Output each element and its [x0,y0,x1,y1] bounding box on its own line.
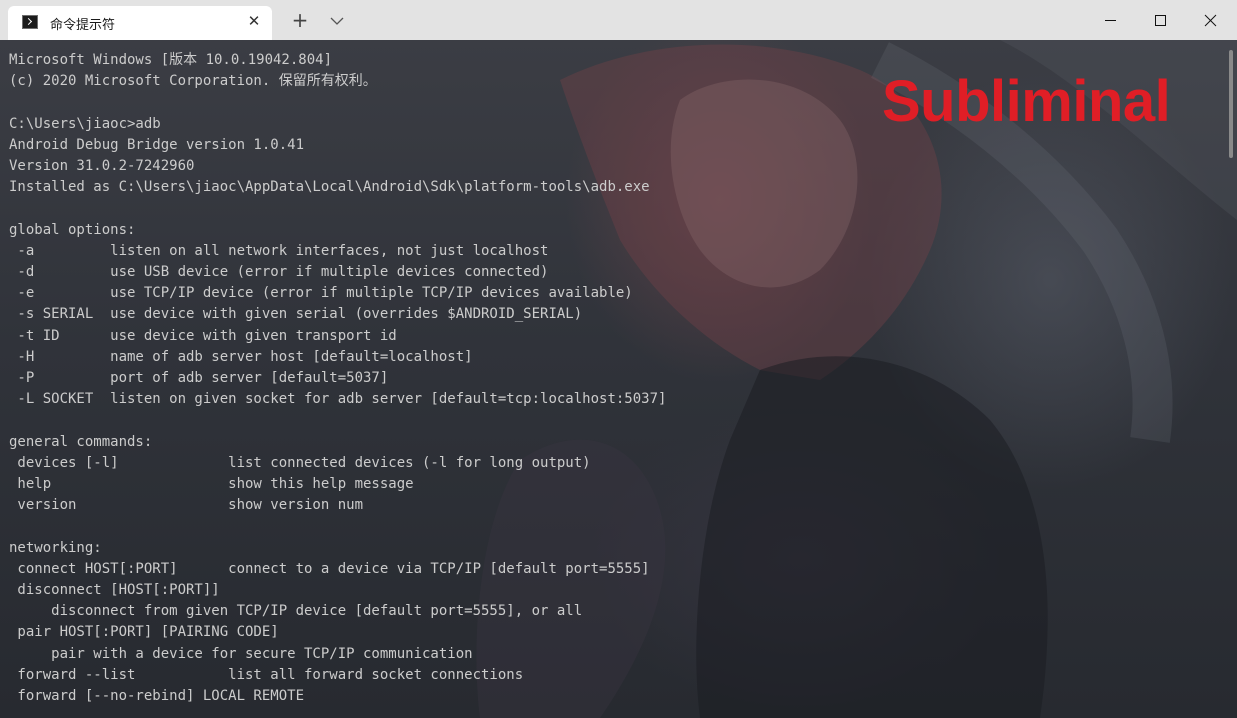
terminal-line: forward --list list all forward socket c… [9,666,524,683]
terminal-area[interactable]: Microsoft Windows [版本 10.0.19042.804] (c)… [0,40,1237,718]
close-icon [1204,14,1217,27]
terminal-line: -s SERIAL use device with given serial (… [9,306,583,323]
terminal-line: forward [--no-rebind] LOCAL REMOTE [9,688,305,705]
terminal-line: global options: [9,221,136,238]
terminal-icon [22,15,38,29]
chevron-down-icon[interactable] [326,10,348,32]
close-icon[interactable]: ✕ [244,11,264,31]
tab-command-prompt[interactable]: 命令提示符 ✕ [8,6,272,40]
terminal-line: help show this help message [9,476,414,493]
terminal-output: Microsoft Windows [版本 10.0.19042.804] (c)… [9,50,666,707]
close-window-button[interactable] [1186,0,1236,40]
terminal-line: -e use TCP/IP device (error if multiple … [9,285,633,302]
terminal-line: pair HOST[:PORT] [PAIRING CODE] [9,624,279,641]
terminal-line: disconnect from given TCP/IP device [def… [9,603,583,620]
terminal-line: Android Debug Bridge version 1.0.41 [9,136,305,153]
plus-icon[interactable]: + [288,9,312,31]
maximize-button[interactable] [1136,0,1186,40]
maximize-icon [1155,15,1166,26]
terminal-line: -d use USB device (error if multiple dev… [9,264,549,281]
terminal-line: pair with a device for secure TCP/IP com… [9,645,473,662]
terminal-line: devices [-l] list connected devices (-l … [9,454,591,471]
watermark-text: Subliminal [882,69,1171,134]
tab-title: 命令提示符 [50,18,116,33]
terminal-line: general commands: [9,433,153,450]
terminal-line: Microsoft Windows [版本 10.0.19042.804] [9,52,333,68]
terminal-line: C:\Users\jiaoc>adb [9,115,161,132]
terminal-line: Installed as C:\Users\jiaoc\AppData\Loca… [9,179,650,196]
terminal-line: -H name of adb server host [default=loca… [9,348,473,365]
terminal-line: version show version num [9,497,364,514]
terminal-line: networking: [9,539,102,556]
terminal-line: -P port of adb server [default=5037] [9,370,389,387]
terminal-line: connect HOST[:PORT] connect to a device … [9,560,650,577]
terminal-line: disconnect [HOST[:PORT]] [9,582,220,599]
title-bar: 命令提示符 ✕ + [0,0,1237,40]
terminal-line: -L SOCKET listen on given socket for adb… [9,391,667,408]
terminal-line: -t ID use device with given transport id [9,327,397,344]
terminal-line: (c) 2020 Microsoft Corporation. 保留所有权利。 [9,73,377,90]
minimize-icon [1105,20,1116,21]
terminal-line: Version 31.0.2-7242960 [9,158,195,175]
scrollbar-thumb[interactable] [1229,50,1233,158]
terminal-line: -a listen on all network interfaces, not… [9,242,549,259]
minimize-button[interactable] [1086,0,1136,40]
